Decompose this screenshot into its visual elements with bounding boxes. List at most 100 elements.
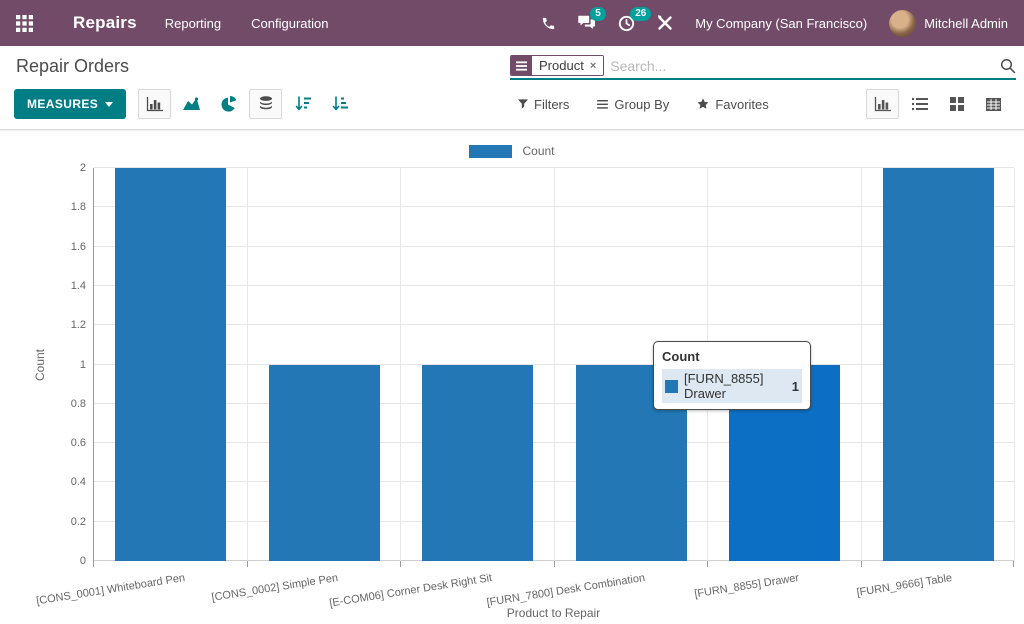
favorites-menu[interactable]: Favorites bbox=[697, 97, 768, 112]
graph-view: Count 00.20.40.60.811.21.41.61.82 [CONS_… bbox=[0, 130, 1024, 624]
messages-badge: 5 bbox=[590, 7, 606, 21]
facet-remove-icon[interactable]: × bbox=[590, 60, 596, 72]
tooltip-label: [FURN_8855] Drawer bbox=[684, 371, 786, 401]
sort-desc-button[interactable] bbox=[286, 89, 319, 119]
filters-label: Filters bbox=[534, 97, 569, 112]
phone-icon[interactable] bbox=[541, 16, 556, 31]
y-tick-label: 1.6 bbox=[71, 241, 86, 253]
view-graph-button[interactable] bbox=[866, 89, 899, 119]
x-tick-mark bbox=[247, 561, 248, 567]
company-switcher[interactable]: My Company (San Francisco) bbox=[695, 16, 867, 31]
group-by-menu[interactable]: Group By bbox=[597, 97, 669, 112]
bar-1[interactable] bbox=[115, 168, 226, 561]
tooltip-swatch bbox=[665, 380, 678, 393]
y-axis-title: Count bbox=[33, 305, 47, 425]
app-name[interactable]: Repairs bbox=[73, 13, 137, 33]
group-by-icon bbox=[597, 100, 608, 109]
legend-swatch bbox=[469, 145, 512, 158]
activities-badge: 26 bbox=[630, 7, 651, 21]
filter-icon bbox=[518, 99, 528, 109]
legend-label: Count bbox=[522, 144, 554, 158]
pie-chart-icon bbox=[221, 96, 237, 112]
x-tick-mark bbox=[861, 561, 862, 567]
activities-icon[interactable]: 26 bbox=[618, 15, 635, 32]
menu-reporting[interactable]: Reporting bbox=[163, 12, 223, 35]
y-tick-label: 2 bbox=[80, 162, 86, 174]
avatar bbox=[889, 10, 916, 37]
y-tick-label: 0.8 bbox=[71, 398, 86, 410]
y-tick-label: 1.2 bbox=[71, 319, 86, 331]
x-tick-mark bbox=[707, 561, 708, 567]
chart-tooltip: Count [FURN_8855] Drawer 1 bbox=[653, 341, 811, 410]
hamburger-icon bbox=[516, 61, 527, 71]
y-tick-label: 0 bbox=[80, 555, 86, 567]
kanban-view-icon bbox=[950, 97, 964, 111]
tools-icon[interactable] bbox=[657, 15, 673, 31]
x-axis-title: Product to Repair bbox=[93, 606, 1014, 620]
facet-label: Product bbox=[539, 58, 584, 73]
view-kanban-button[interactable] bbox=[940, 89, 973, 119]
messages-icon[interactable]: 5 bbox=[578, 15, 596, 31]
stacked-toggle-button[interactable] bbox=[249, 89, 282, 119]
list-view-icon bbox=[912, 98, 928, 111]
view-pivot-button[interactable] bbox=[977, 89, 1010, 119]
y-tick-label: 0.2 bbox=[71, 516, 86, 528]
database-stack-icon bbox=[258, 96, 274, 112]
grid-line-v bbox=[400, 168, 401, 561]
x-tick-mark bbox=[400, 561, 401, 567]
search-facet-product[interactable]: Product × bbox=[510, 55, 604, 76]
x-tick-mark bbox=[93, 561, 94, 567]
measures-label: MEASURES bbox=[27, 97, 98, 111]
plot-area bbox=[93, 168, 1014, 561]
grid-line-v bbox=[247, 168, 248, 561]
grid-line-v bbox=[861, 168, 862, 561]
bar-6[interactable] bbox=[883, 168, 994, 561]
crossed-tools-icon bbox=[657, 15, 673, 31]
user-name: Mitchell Admin bbox=[924, 16, 1008, 31]
chart-type-bar-button[interactable] bbox=[138, 89, 171, 119]
star-icon bbox=[697, 98, 709, 110]
group-by-facet-icon bbox=[511, 56, 532, 75]
y-tick-label: 0.6 bbox=[71, 437, 86, 449]
filters-menu[interactable]: Filters bbox=[518, 97, 569, 112]
grid-line-v bbox=[1014, 168, 1015, 561]
y-tick-label: 0.4 bbox=[71, 476, 86, 488]
chart-type-pie-button[interactable] bbox=[212, 89, 245, 119]
y-tick-label: 1 bbox=[80, 359, 86, 371]
page-title: Repair Orders bbox=[16, 56, 129, 76]
search-bar[interactable]: Product × bbox=[510, 53, 1016, 80]
top-navbar: Repairs Reporting Configuration 5 26 bbox=[0, 0, 1024, 46]
pivot-view-icon bbox=[986, 98, 1001, 111]
grid-icon bbox=[16, 15, 33, 32]
graph-view-icon bbox=[874, 97, 891, 112]
user-menu[interactable]: Mitchell Admin bbox=[889, 10, 1008, 37]
group-by-label: Group By bbox=[614, 97, 669, 112]
search-icon[interactable] bbox=[1000, 58, 1016, 74]
menu-configuration[interactable]: Configuration bbox=[249, 12, 330, 35]
tooltip-value: 1 bbox=[792, 379, 799, 394]
bar-3[interactable] bbox=[422, 365, 533, 562]
view-list-button[interactable] bbox=[903, 89, 936, 119]
measures-button[interactable]: MEASURES bbox=[14, 89, 126, 119]
x-tick-mark bbox=[554, 561, 555, 567]
chart-type-line-button[interactable] bbox=[175, 89, 208, 119]
sort-asc-icon bbox=[332, 96, 348, 112]
area-chart-icon bbox=[183, 97, 200, 111]
tooltip-row: [FURN_8855] Drawer 1 bbox=[662, 369, 802, 403]
phone-icon-glyph bbox=[541, 16, 556, 31]
x-tick-mark bbox=[1013, 561, 1014, 567]
apps-menu-icon[interactable] bbox=[16, 15, 33, 32]
y-tick-label: 1.4 bbox=[71, 280, 86, 292]
caret-down-icon bbox=[105, 102, 113, 107]
bar-2[interactable] bbox=[269, 365, 380, 562]
search-input[interactable] bbox=[610, 58, 1000, 74]
sort-asc-button[interactable] bbox=[323, 89, 356, 119]
sort-desc-icon bbox=[295, 96, 311, 112]
bar-chart-icon bbox=[146, 97, 163, 112]
favorites-label: Favorites bbox=[715, 97, 768, 112]
grid-line-v bbox=[554, 168, 555, 561]
y-tick-label: 1.8 bbox=[71, 201, 86, 213]
tooltip-title: Count bbox=[662, 349, 802, 364]
control-panel: Repair Orders Product × MEASU bbox=[0, 46, 1024, 130]
legend-item-count[interactable]: Count bbox=[0, 144, 1024, 158]
